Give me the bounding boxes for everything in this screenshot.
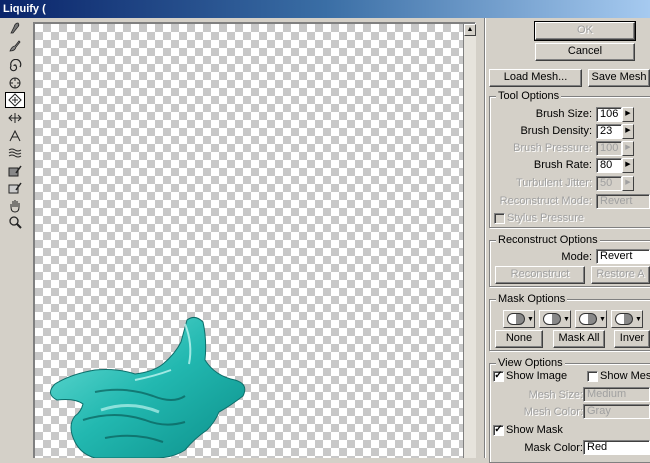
preview-frame: ▲ [33, 22, 476, 458]
brush-rate-arrow-icon[interactable]: ▶ [622, 158, 634, 173]
stylus-pressure-checkbox [494, 213, 505, 224]
mask-add-button[interactable]: ▼ [539, 310, 571, 328]
twirl-clockwise-tool-icon[interactable] [5, 58, 25, 74]
brush-pressure-field: 100 [596, 141, 622, 156]
turbulence-tool-icon[interactable] [5, 145, 25, 161]
liquify-toolbar [0, 18, 30, 458]
show-image-checkbox[interactable]: ✓ [493, 371, 504, 382]
mask-color-select[interactable]: Red [583, 440, 650, 455]
preview-vertical-scrollbar[interactable]: ▲ [464, 24, 476, 458]
brush-size-field[interactable]: 106 [596, 107, 622, 122]
mesh-size-label: Mesh Size: [528, 389, 583, 401]
panel-separator [484, 18, 486, 458]
window-title-bar: Liquify ( [0, 0, 650, 18]
stylus-pressure-label: Stylus Pressure [507, 212, 585, 224]
show-mask-label: Show Mask [506, 424, 563, 436]
show-image-label: Show Image [506, 370, 568, 382]
bloat-tool-icon[interactable] [5, 92, 25, 108]
mirror-tool-icon[interactable] [5, 128, 25, 144]
view-options-title: View Options [496, 357, 565, 369]
reconstruct-button: Reconstruct [495, 266, 585, 284]
show-mask-checkbox[interactable]: ✓ [493, 425, 504, 436]
forward-warp-tool-icon[interactable] [5, 20, 25, 36]
show-mesh-checkbox[interactable] [587, 371, 598, 382]
mask-none-button[interactable]: None [495, 330, 543, 348]
turbulent-jitter-arrow-icon: ▶ [622, 176, 634, 191]
window-title: Liquify ( [3, 3, 46, 15]
thaw-mask-tool-icon[interactable] [5, 180, 25, 196]
mask-invert-button[interactable]: Inver [614, 330, 650, 348]
mask-add-icon [543, 313, 561, 325]
reconstruct-options-title: Reconstruct Options [496, 234, 600, 246]
mesh-color-select: Gray [583, 404, 650, 419]
ok-button[interactable]: OK [534, 21, 636, 41]
mask-all-button[interactable]: Mask All [553, 330, 605, 348]
restore-all-button: Restore A [591, 266, 650, 284]
zoom-tool-icon[interactable] [5, 214, 25, 230]
brush-pressure-arrow-icon: ▶ [622, 141, 634, 156]
turbulent-jitter-label: Turbulent Jitter: [515, 177, 592, 189]
pucker-tool-icon[interactable] [5, 75, 25, 91]
freeze-mask-tool-icon[interactable] [5, 163, 25, 179]
cancel-button[interactable]: Cancel [535, 43, 635, 61]
mask-subtract-button[interactable]: ▼ [575, 310, 607, 328]
mask-color-label: Mask Color: [524, 442, 583, 454]
save-mesh-button[interactable]: Save Mesh [588, 69, 650, 87]
mask-replace-icon [507, 313, 525, 325]
scroll-up-arrow-icon[interactable]: ▲ [464, 24, 476, 36]
brush-density-label: Brush Density: [520, 125, 592, 137]
mesh-color-label: Mesh Color: [523, 406, 583, 418]
mesh-size-select: Medium [583, 387, 650, 402]
brush-size-label: Brush Size: [535, 108, 592, 120]
brush-rate-label: Brush Rate: [533, 159, 592, 171]
brush-density-arrow-icon[interactable]: ▶ [622, 124, 634, 139]
preview-canvas[interactable] [35, 24, 463, 458]
reconstruct-mode-option-select[interactable]: Revert [596, 249, 650, 264]
brush-pressure-label: Brush Pressure: [513, 142, 592, 154]
liquified-paint-shape [50, 316, 246, 458]
mask-intersect-icon [615, 313, 633, 325]
reconstruct-mode-select: Revert [596, 194, 650, 209]
mask-intersect-button[interactable]: ▼ [611, 310, 643, 328]
reconstruct-tool-icon[interactable] [5, 38, 25, 54]
brush-rate-field[interactable]: 80 [596, 158, 622, 173]
reconstruct-mode-label: Reconstruct Mode: [499, 195, 592, 207]
brush-density-field[interactable]: 23 [596, 124, 622, 139]
mask-subtract-icon [579, 313, 597, 325]
push-left-tool-icon[interactable] [5, 110, 25, 126]
brush-size-arrow-icon[interactable]: ▶ [622, 107, 634, 122]
load-mesh-button[interactable]: Load Mesh... [489, 69, 582, 87]
show-mesh-label: Show Mesh [600, 370, 650, 382]
mask-options-title: Mask Options [496, 293, 568, 305]
hand-tool-icon[interactable] [5, 198, 25, 214]
mask-replace-button[interactable]: ▼ [503, 310, 535, 328]
turbulent-jitter-field: 50 [596, 176, 622, 191]
reconstruct-mode-option-label: Mode: [561, 251, 592, 263]
tool-options-title: Tool Options [496, 90, 562, 102]
